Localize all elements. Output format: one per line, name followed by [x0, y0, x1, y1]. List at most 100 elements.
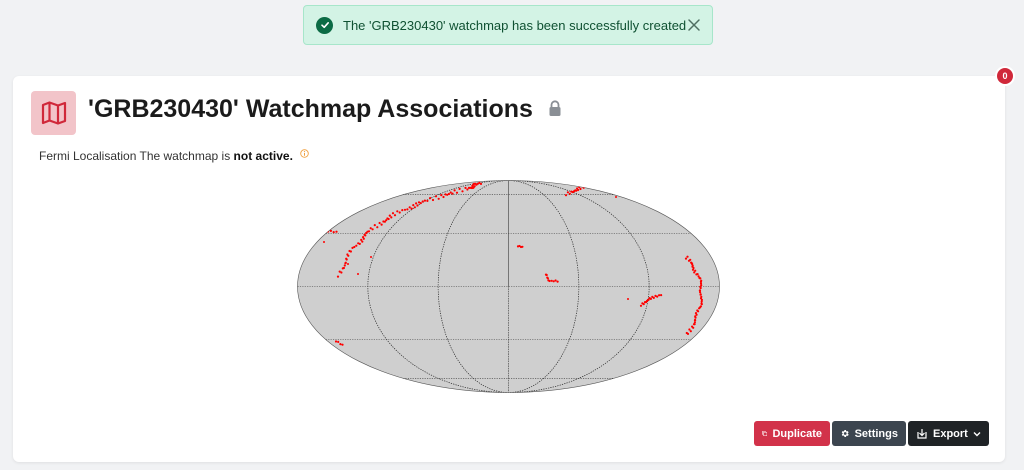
watchmap-point: [556, 280, 559, 283]
watchmap-point: [696, 309, 699, 312]
watchmap-point: [358, 242, 361, 245]
watchmap-point: [342, 266, 345, 270]
watchmap-point: [429, 197, 432, 200]
watchmap-point: [461, 190, 464, 193]
watchmap-point: [323, 241, 325, 243]
watchmap-point: [336, 275, 340, 278]
watchmap-point: [689, 330, 692, 333]
watchmap-point: [458, 187, 461, 190]
watchmap-point: [689, 258, 692, 261]
watchmap-point: [340, 271, 343, 274]
watchmap-point: [699, 293, 702, 296]
watchmap-point: [584, 185, 587, 188]
gear-icon: [841, 430, 849, 437]
info-icon[interactable]: [300, 147, 309, 161]
watchmap-point: [595, 180, 597, 182]
watchmap-point: [419, 202, 422, 205]
export-button[interactable]: Export: [908, 421, 989, 446]
watchmap-point: [344, 261, 347, 264]
watchmap-point: [343, 264, 346, 267]
watchmap-point: [367, 230, 371, 233]
watchmap-point: [639, 304, 643, 307]
watchmap-point: [455, 191, 459, 194]
watchmap-point: [685, 331, 688, 335]
watchmap-status: Fermi Localisation The watchmap is not a…: [39, 149, 309, 163]
watchmap-point: [591, 184, 594, 188]
watchmap-point: [332, 231, 335, 234]
watchmap-point: [684, 257, 688, 260]
watchmap-point: [479, 182, 483, 185]
toast-message: The 'GRB230430' watchmap has been succes…: [343, 17, 687, 33]
watchmap-point: [586, 185, 589, 188]
watchmap-point: [588, 185, 591, 188]
watchmap-point: [440, 194, 443, 197]
watchmap-point: [679, 221, 681, 223]
status-value: not active.: [233, 149, 293, 163]
watchmap-point: [694, 269, 697, 272]
watchmap-point: [694, 312, 698, 315]
watchmap-point: [466, 188, 469, 191]
watchmap-point: [579, 187, 582, 191]
close-icon[interactable]: [686, 16, 702, 34]
watchmap-point: [413, 206, 416, 209]
watchmap-point: [548, 279, 551, 283]
notification-badge[interactable]: 0: [997, 68, 1013, 84]
watchmap-point: [373, 224, 376, 227]
page-title: 'GRB230430' Watchmap Associations: [88, 95, 533, 123]
watchmap-point: [423, 199, 426, 202]
settings-label: Settings: [854, 427, 898, 440]
watchmap-point: [447, 192, 450, 196]
watchmap-point: [410, 207, 413, 210]
duplicate-label: Duplicate: [772, 427, 822, 440]
watchmap-point: [692, 266, 695, 270]
watchmap-point: [442, 195, 445, 199]
watchmap-point: [431, 198, 435, 202]
watchmap-point: [376, 226, 379, 229]
watchmap-point: [649, 297, 652, 300]
watchmap-point: [393, 214, 397, 217]
watchmap-point: [412, 204, 415, 207]
watchmap-point: [403, 208, 407, 211]
map-icon: [31, 91, 76, 135]
watchmap-point: [593, 182, 596, 185]
watchmap-point: [434, 195, 438, 198]
watchmap-point: [545, 273, 548, 277]
watchmap-point: [660, 294, 663, 297]
watchmap-point: [353, 245, 356, 249]
watchmap-point: [658, 294, 661, 297]
watchmap-point: [349, 250, 352, 253]
watchmap-point: [700, 302, 703, 305]
status-prefix: Fermi Localisation The watchmap is: [39, 149, 231, 163]
watchmap-point: [568, 192, 571, 195]
lock-icon: [548, 100, 562, 122]
watchmap-point: [345, 258, 348, 261]
watchmap-point: [398, 211, 401, 214]
watchmap-point: [615, 196, 617, 198]
watchmap-point: [341, 343, 344, 346]
watchmap-point: [416, 204, 419, 207]
duplicate-button[interactable]: Duplicate: [754, 421, 830, 446]
watchmap-point: [426, 199, 429, 202]
watchmap-point: [700, 298, 703, 301]
watchmap-point: [700, 279, 703, 282]
watchmap-point: [700, 295, 703, 298]
watchmap-point: [699, 282, 703, 285]
watchmap-point: [378, 221, 381, 225]
watchmap-point: [473, 185, 476, 188]
watchmap-point: [594, 184, 597, 187]
watchmap-point: [642, 303, 645, 306]
chevron-down-icon: [973, 431, 981, 436]
export-label: Export: [933, 427, 968, 440]
check-circle-icon: [316, 16, 333, 34]
watchmap-point: [370, 256, 372, 258]
watchmap-point: [387, 217, 390, 221]
watchmap-point: [408, 206, 411, 209]
watchmap-point: [388, 214, 391, 217]
watchmap-point: [335, 230, 338, 233]
watchmap-point: [396, 210, 399, 213]
watchmap-point: [693, 321, 696, 324]
watchmap-point: [451, 192, 454, 195]
watchmap-point: [401, 209, 404, 212]
settings-button[interactable]: Settings: [832, 421, 906, 446]
watchmap-point: [566, 191, 569, 194]
